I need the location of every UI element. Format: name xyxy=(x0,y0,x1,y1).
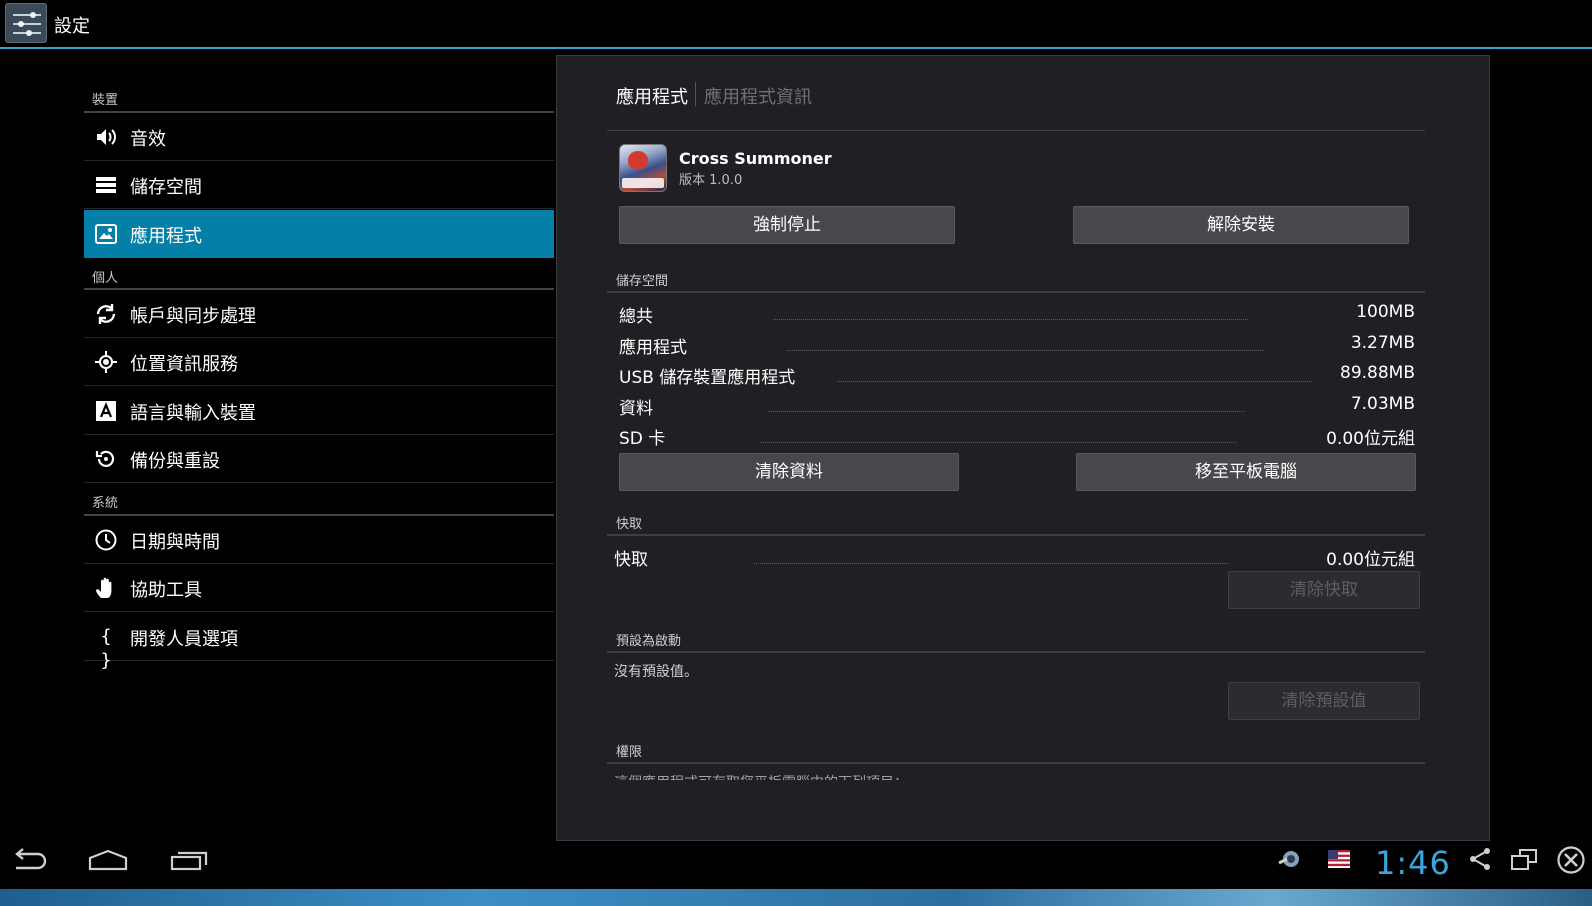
uninstall-button[interactable]: 解除安裝 xyxy=(1073,206,1409,244)
app-icon xyxy=(619,144,667,192)
sidebar-item-developer[interactable]: { } 開發人員選項 xyxy=(84,613,554,671)
breadcrumb-parent[interactable]: 應用程式 xyxy=(616,83,688,109)
section-header-system: 系統 xyxy=(92,496,119,511)
sidebar-item-label: 日期與時間 xyxy=(130,532,220,553)
window-icon[interactable] xyxy=(1510,847,1538,875)
cache-value: 0.00位元組 xyxy=(1326,550,1415,570)
section-header-personal: 個人 xyxy=(92,271,119,286)
sidebar-item-accessibility[interactable]: 協助工具 xyxy=(84,564,554,612)
section-divider xyxy=(607,762,1425,764)
sidebar-item-label: 備份與重設 xyxy=(130,451,220,472)
title-bar: 設定 xyxy=(0,0,1592,49)
notification-icon[interactable] xyxy=(1277,847,1303,875)
storage-app-value: 3.27MB xyxy=(1350,333,1415,353)
app-version: 版本 1.0.0 xyxy=(679,173,743,188)
sidebar-item-backup-reset[interactable]: 備份與重設 xyxy=(84,435,554,483)
permissions-text: 這個應用程式可存取您平板電腦中的下列項目： xyxy=(614,772,1214,780)
recent-apps-icon[interactable] xyxy=(170,849,208,875)
clear-defaults-button[interactable]: 清除預設值 xyxy=(1228,682,1420,720)
clear-data-button[interactable]: 清除資料 xyxy=(619,453,959,491)
close-icon[interactable] xyxy=(1556,845,1586,879)
apps-icon xyxy=(94,222,118,246)
clear-cache-button[interactable]: 清除快取 xyxy=(1228,571,1420,609)
window-title: 設定 xyxy=(54,16,90,37)
sidebar-item-label: 音效 xyxy=(130,129,166,150)
leader-dots xyxy=(769,410,1244,412)
sidebar-item-storage[interactable]: 儲存空間 xyxy=(84,161,554,209)
sync-icon xyxy=(94,302,118,326)
us-flag-icon[interactable] xyxy=(1328,850,1350,872)
sidebar-item-accounts-sync[interactable]: 帳戶與同步處理 xyxy=(84,290,554,338)
section-header-device: 裝置 xyxy=(92,93,119,108)
leader-dots xyxy=(787,349,1263,351)
sidebar-item-label: 協助工具 xyxy=(130,580,202,601)
sidebar-item-label: 應用程式 xyxy=(130,226,202,247)
location-icon xyxy=(94,350,118,374)
cache-label: 快取 xyxy=(614,550,648,570)
leader-dots xyxy=(761,441,1236,443)
permissions-section-title: 權限 xyxy=(616,745,643,760)
sidebar-item-sound[interactable]: 音效 xyxy=(84,113,554,161)
sidebar-item-date-time[interactable]: 日期與時間 xyxy=(84,516,554,564)
app-name: Cross Summoner xyxy=(679,149,832,168)
sidebar-item-apps[interactable]: 應用程式 xyxy=(84,210,554,258)
leader-dots xyxy=(837,380,1312,382)
host-taskbar-strip xyxy=(0,889,1592,906)
launch-default-section-title: 預設為啟動 xyxy=(616,634,682,649)
breadcrumb-separator xyxy=(695,82,696,106)
settings-app-icon[interactable] xyxy=(5,3,47,43)
speaker-icon xyxy=(94,125,118,149)
language-icon xyxy=(94,399,118,423)
section-divider xyxy=(607,651,1425,653)
force-stop-button[interactable]: 強制停止 xyxy=(619,206,955,244)
sidebar-item-label: 語言與輸入裝置 xyxy=(130,403,256,424)
sidebar-item-language-input[interactable]: 語言與輸入裝置 xyxy=(84,387,554,435)
storage-usb-label: USB 儲存裝置應用程式 xyxy=(619,368,796,388)
backup-icon xyxy=(94,447,118,471)
storage-sdcard-value: 0.00位元組 xyxy=(1326,429,1415,449)
back-icon[interactable] xyxy=(10,848,48,876)
storage-app-label: 應用程式 xyxy=(619,338,687,358)
share-icon[interactable] xyxy=(1468,847,1492,875)
sidebar-item-label: 位置資訊服務 xyxy=(130,354,238,375)
clock-icon xyxy=(94,528,118,552)
header-divider xyxy=(607,130,1425,131)
section-divider xyxy=(607,534,1425,536)
storage-usb-value: 89.88MB xyxy=(1340,363,1415,383)
sidebar-item-label: 帳戶與同步處理 xyxy=(130,306,256,327)
storage-total-value: 100MB xyxy=(1356,302,1415,322)
move-to-tablet-button[interactable]: 移至平板電腦 xyxy=(1076,453,1416,491)
sidebar-item-label: 開發人員選項 xyxy=(130,629,238,650)
app-info-panel: 應用程式 應用程式資訊 Cross Summoner 版本 1.0.0 強制停止… xyxy=(556,55,1490,841)
sidebar-item-label: 儲存空間 xyxy=(130,177,202,198)
storage-sdcard-label: SD 卡 xyxy=(619,429,666,449)
storage-total-label: 總共 xyxy=(619,307,653,327)
no-defaults-text: 沒有預設值。 xyxy=(614,664,698,680)
storage-section-title: 儲存空間 xyxy=(616,274,669,289)
breadcrumb-current: 應用程式資訊 xyxy=(704,87,812,108)
home-icon[interactable] xyxy=(88,849,128,875)
storage-icon xyxy=(94,173,118,197)
storage-data-value: 7.03MB xyxy=(1350,394,1415,414)
section-divider xyxy=(607,291,1425,293)
storage-data-label: 資料 xyxy=(619,399,653,419)
sidebar-item-location[interactable]: 位置資訊服務 xyxy=(84,338,554,386)
hand-icon xyxy=(94,576,118,600)
braces-icon: { } xyxy=(100,626,112,671)
clock-time: 1:46 xyxy=(1375,844,1451,882)
leader-dots xyxy=(754,562,1229,564)
system-bar: 1:46 xyxy=(0,841,1592,889)
cache-section-title: 快取 xyxy=(616,517,643,532)
leader-dots xyxy=(773,318,1248,320)
